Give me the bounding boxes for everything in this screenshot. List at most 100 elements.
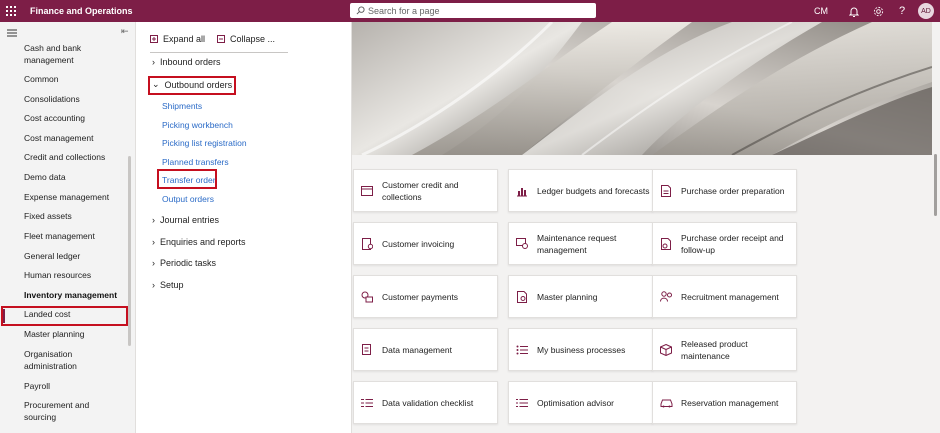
chart-icon [515, 184, 529, 198]
nav-item-credit-collections[interactable]: Credit and collections [24, 151, 122, 163]
nav-item-master-planning[interactable]: Master planning [24, 328, 122, 340]
tile-label: Reservation management [681, 397, 779, 408]
tile-label: Optimisation advisor [537, 397, 615, 408]
group-periodic-tasks[interactable]: › Periodic tasks [152, 258, 216, 268]
nav-item-cost-management[interactable]: Cost management [24, 132, 122, 144]
help-icon[interactable]: ? [890, 0, 914, 22]
link-output-orders[interactable]: Output orders [162, 194, 214, 204]
group-outbound-orders[interactable]: ⌄ Outbound orders [152, 79, 232, 90]
tile-label: Released product maintenance [681, 338, 748, 361]
group-enquiries-reports[interactable]: › Enquiries and reports [152, 237, 246, 247]
left-navigation: ⇤ Cash and bank management Common Consol… [0, 22, 136, 433]
group-label: Setup [160, 280, 184, 290]
link-picking-list-registration[interactable]: Picking list registration [162, 138, 247, 148]
group-label: Journal entries [160, 215, 220, 225]
pin-icon[interactable]: ⇤ [121, 26, 129, 37]
group-inbound-orders[interactable]: › Inbound orders [152, 57, 221, 67]
tile-maintenance-request[interactable]: Maintenance request management [508, 222, 653, 265]
chevron-down-icon: ⌄ [152, 79, 160, 89]
receipt-icon [659, 237, 673, 251]
tile-label: Master planning [537, 291, 598, 302]
tile-customer-payments[interactable]: Customer payments [353, 275, 498, 318]
chevron-right-icon: › [152, 280, 155, 290]
expand-all-label: Expand all [163, 34, 206, 44]
tile-master-planning[interactable]: Master planning [508, 275, 653, 318]
tile-my-business-processes[interactable]: My business processes [508, 328, 653, 371]
planning-icon [515, 290, 529, 304]
group-label: Periodic tasks [160, 258, 217, 268]
card-icon [360, 184, 374, 198]
nav-item-procurement-sourcing[interactable]: Procurement and sourcing [24, 399, 122, 423]
nav-item-human-resources[interactable]: Human resources [24, 269, 122, 281]
group-setup[interactable]: › Setup [152, 280, 184, 290]
tile-reservation-management[interactable]: Reservation management [652, 381, 797, 424]
nav-scrollbar[interactable] [128, 156, 131, 346]
nav-item-fixed-assets[interactable]: Fixed assets [24, 210, 122, 222]
data-icon [360, 343, 374, 357]
nav-item-common[interactable]: Common [24, 73, 122, 85]
invoice-icon [360, 237, 374, 251]
tile-data-validation-checklist[interactable]: Data validation checklist [353, 381, 498, 424]
link-planned-transfers[interactable]: Planned transfers [162, 157, 229, 167]
tile-data-management[interactable]: Data management [353, 328, 498, 371]
bell-icon[interactable] [842, 0, 866, 22]
search-input[interactable]: Search for a page [350, 3, 596, 18]
chevron-right-icon: › [152, 258, 155, 268]
collapse-all-label: Collapse ... [230, 34, 276, 44]
flyout-divider [150, 52, 288, 53]
nav-selected-indicator [3, 309, 5, 323]
tile-label: Purchase order receipt and follow-up [681, 232, 784, 255]
search-placeholder: Search for a page [368, 5, 440, 16]
nav-item-expense-management[interactable]: Expense management [24, 191, 122, 203]
expand-all-icon [150, 35, 158, 43]
page-scrollbar-thumb[interactable] [934, 154, 937, 216]
nav-item-landed-cost[interactable]: Landed cost [24, 308, 122, 320]
link-shipments[interactable]: Shipments [162, 101, 202, 111]
tile-purchase-order-preparation[interactable]: Purchase order preparation [652, 169, 797, 212]
tile-ledger-budgets[interactable]: Ledger budgets and forecasts [508, 169, 653, 212]
module-flyout: Expand all Collapse ... › Inbound orders… [136, 22, 352, 433]
link-picking-workbench[interactable]: Picking workbench [162, 120, 233, 130]
collapse-all-icon [217, 35, 226, 43]
search-icon [356, 6, 365, 15]
link-transfer-order[interactable]: Transfer order [162, 175, 216, 185]
tile-label: Purchase order preparation [681, 185, 785, 196]
tile-optimisation-advisor[interactable]: Optimisation advisor [508, 381, 653, 424]
nav-item-organisation-administration[interactable]: Organisation administration [24, 348, 122, 372]
chevron-right-icon: › [152, 215, 155, 225]
nav-item-demo-data[interactable]: Demo data [24, 171, 122, 183]
maintenance-icon [515, 237, 529, 251]
company-selector[interactable]: CM [814, 6, 828, 16]
tile-released-product-maintenance[interactable]: Released product maintenance [652, 328, 797, 371]
chevron-right-icon: › [152, 57, 155, 67]
nav-item-inventory-management[interactable]: Inventory management [24, 289, 122, 301]
nav-item-cost-accounting[interactable]: Cost accounting [24, 112, 122, 124]
nav-item-cash-and-bank[interactable]: Cash and bank management [24, 42, 122, 66]
tile-customer-credit[interactable]: Customer credit and collections [353, 169, 498, 212]
nav-item-consolidations[interactable]: Consolidations [24, 93, 122, 105]
expand-all-button[interactable]: Expand all [150, 34, 205, 44]
tile-label: Maintenance request management [537, 232, 617, 255]
group-journal-entries[interactable]: › Journal entries [152, 215, 219, 225]
avatar[interactable]: AD [918, 3, 934, 19]
tile-label: My business processes [537, 344, 626, 355]
hamburger-icon[interactable] [7, 29, 17, 39]
app-launcher-icon[interactable] [0, 0, 22, 22]
gear-icon[interactable] [866, 0, 890, 22]
tile-purchase-order-receipt[interactable]: Purchase order receipt and follow-up [652, 222, 797, 265]
collapse-all-button[interactable]: Collapse ... [217, 34, 275, 44]
dashboard-banner-image [352, 22, 932, 155]
nav-item-payroll[interactable]: Payroll [24, 380, 122, 392]
page-scrollbar[interactable] [932, 22, 940, 433]
nav-item-general-ledger[interactable]: General ledger [24, 250, 122, 262]
list-icon [515, 396, 529, 410]
box-icon [659, 343, 673, 357]
group-label: Inbound orders [160, 57, 221, 67]
group-label: Outbound orders [164, 79, 233, 90]
app-title[interactable]: Finance and Operations [30, 6, 133, 16]
car-icon [659, 396, 673, 410]
chevron-right-icon: › [152, 237, 155, 247]
tile-customer-invoicing[interactable]: Customer invoicing [353, 222, 498, 265]
tile-recruitment-management[interactable]: Recruitment management [652, 275, 797, 318]
nav-item-fleet-management[interactable]: Fleet management [24, 230, 122, 242]
